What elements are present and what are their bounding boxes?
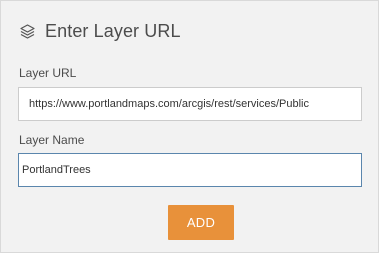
layer-url-input[interactable] [18,87,362,121]
layer-name-label: Layer Name [19,133,85,147]
add-button[interactable]: ADD [168,205,234,240]
panel-header: Enter Layer URL [19,19,181,43]
layers-icon [19,23,36,40]
layer-name-input[interactable] [18,153,362,187]
enter-layer-url-panel: Enter Layer URL Layer URL Layer Name ADD [0,0,379,253]
panel-title: Enter Layer URL [45,20,181,41]
layer-url-label: Layer URL [19,66,77,80]
